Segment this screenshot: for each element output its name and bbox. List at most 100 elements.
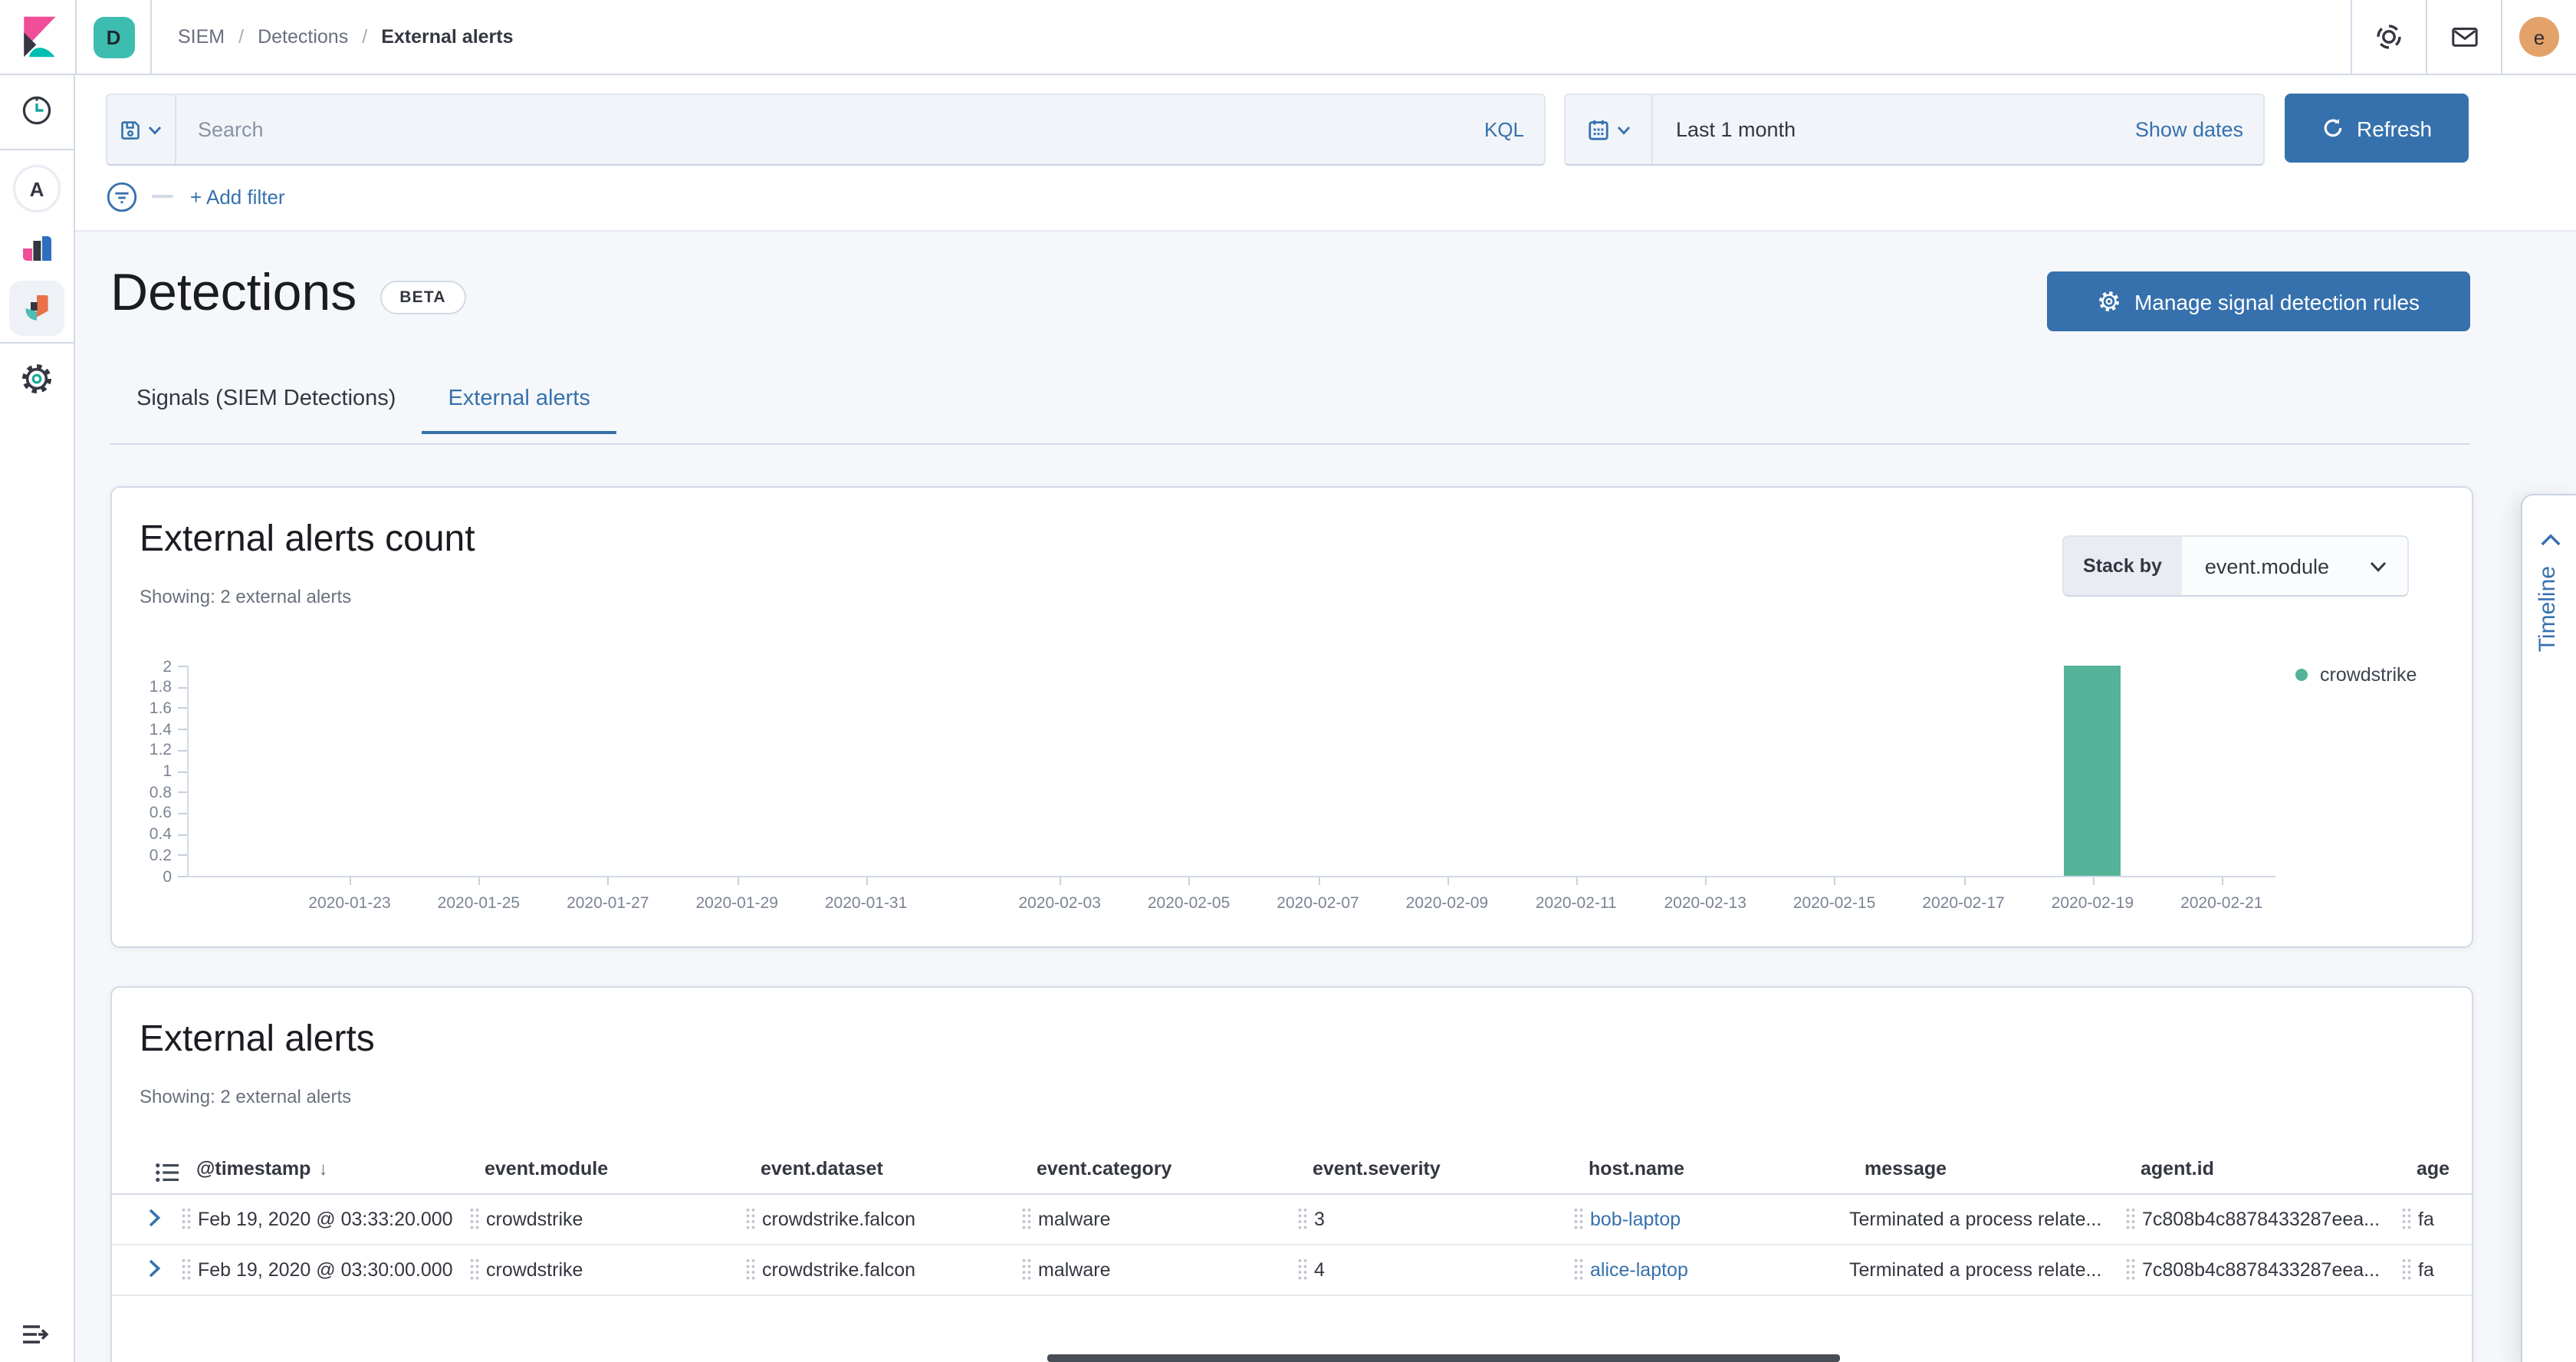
tab-external-alerts[interactable]: External alerts	[422, 387, 616, 434]
drag-handle[interactable]	[2125, 1207, 2136, 1230]
chevron-right-icon	[146, 1207, 163, 1229]
drag-handle[interactable]	[181, 1258, 192, 1281]
y-tick-label: 0.6	[120, 804, 172, 823]
tab-signals[interactable]: Signals (SIEM Detections)	[110, 387, 422, 433]
saved-query-menu-button[interactable]	[107, 95, 176, 164]
timeline-flyout-toggle[interactable]: Timeline	[2521, 494, 2576, 1362]
column-header-agent_type[interactable]: age	[2417, 1158, 2450, 1179]
column-header-timestamp[interactable]: @timestamp↓	[196, 1158, 327, 1179]
drag-handle[interactable]	[1021, 1207, 1032, 1230]
column-header-message[interactable]: message	[1865, 1158, 1947, 1179]
query-language-switcher[interactable]: KQL	[1464, 118, 1544, 141]
space-avatar[interactable]: D	[93, 16, 134, 58]
help-button[interactable]	[2351, 0, 2426, 74]
drag-handle[interactable]	[2401, 1207, 2412, 1230]
filter-options-icon[interactable]	[106, 180, 138, 212]
external-alerts-count-panel: External alerts count Showing: 2 externa…	[110, 486, 2473, 948]
app-a-button[interactable]: A	[14, 166, 60, 212]
drag-handle[interactable]	[1021, 1258, 1032, 1281]
kibana-logo-button[interactable]	[0, 0, 77, 74]
search-input[interactable]	[176, 95, 1464, 164]
app-a-avatar: A	[14, 166, 60, 212]
expand-row-button[interactable]	[146, 1207, 163, 1229]
y-tick-label: 1	[120, 762, 172, 781]
x-tick-label: 2020-02-19	[2028, 894, 2157, 913]
chevron-down-icon	[147, 123, 163, 136]
gear-icon	[2098, 290, 2121, 313]
drag-handle[interactable]	[1573, 1258, 1584, 1281]
collapse-navigation-button[interactable]	[20, 1321, 51, 1348]
x-axis-tick	[1447, 877, 1448, 885]
column-header-event_severity[interactable]: event.severity	[1313, 1158, 1441, 1179]
x-axis-tick	[2222, 877, 2223, 885]
drag-handle[interactable]	[469, 1207, 480, 1230]
dock-menu-icon	[20, 1321, 51, 1348]
drag-handle[interactable]	[745, 1207, 756, 1230]
mail-icon	[2450, 23, 2479, 51]
breadcrumb-detections[interactable]: Detections	[258, 26, 348, 48]
cell-value-host_name[interactable]: bob-laptop	[1590, 1208, 1681, 1229]
x-axis-tick	[2092, 877, 2094, 885]
breadcrumb-external-alerts: External alerts	[381, 26, 513, 48]
visualize-app-button[interactable]	[18, 230, 55, 267]
horizontal-scrollbar-thumb[interactable]	[1047, 1354, 1840, 1362]
siem-app-button[interactable]	[9, 281, 64, 336]
column-header-label: event.category	[1037, 1158, 1171, 1179]
customize-columns-icon[interactable]	[155, 1161, 179, 1184]
drag-handle[interactable]	[469, 1258, 480, 1281]
chart-legend[interactable]: crowdstrike	[2295, 664, 2417, 686]
refresh-button[interactable]: Refresh	[2285, 94, 2469, 163]
x-axis-tick	[478, 877, 480, 885]
kql-search-bar: KQL	[106, 94, 1546, 166]
space-selector[interactable]: D	[77, 0, 152, 74]
newsfeed-button[interactable]	[2426, 0, 2501, 74]
cell-timestamp: Feb 19, 2020 @ 03:33:20.000	[181, 1193, 453, 1244]
drag-handle[interactable]	[2401, 1258, 2412, 1281]
user-avatar[interactable]: e	[2519, 17, 2559, 57]
rail-divider	[0, 149, 74, 150]
date-range-value[interactable]: Last 1 month	[1653, 118, 2135, 141]
x-tick-label: 2020-01-29	[672, 894, 801, 913]
add-filter-button[interactable]: + Add filter	[190, 185, 285, 208]
y-tick-label: 0	[120, 867, 172, 886]
column-header-event_dataset[interactable]: event.dataset	[761, 1158, 883, 1179]
table-row: Feb 19, 2020 @ 03:30:00.000crowdstrikecr…	[112, 1244, 2472, 1296]
quick-select-menu-button[interactable]	[1566, 95, 1653, 164]
x-tick-label: 2020-02-05	[1125, 894, 1254, 913]
column-header-event_category[interactable]: event.category	[1037, 1158, 1171, 1179]
expand-row-button[interactable]	[146, 1258, 163, 1279]
y-axis-tick	[178, 876, 187, 877]
show-dates-button[interactable]: Show dates	[2135, 118, 2263, 141]
cell-value-host_name[interactable]: alice-laptop	[1590, 1258, 1688, 1280]
timeline-flyout-label[interactable]: Timeline	[2535, 566, 2561, 652]
drag-handle[interactable]	[181, 1207, 192, 1230]
management-button[interactable]	[20, 362, 54, 396]
filter-divider	[152, 195, 173, 198]
y-axis-tick	[178, 834, 187, 835]
column-header-event_module[interactable]: event.module	[485, 1158, 608, 1179]
x-axis-tick	[1963, 877, 1965, 885]
drag-handle[interactable]	[1573, 1207, 1584, 1230]
drag-handle[interactable]	[2125, 1258, 2136, 1281]
rail-divider	[0, 342, 74, 344]
legend-label: crowdstrike	[2320, 664, 2417, 686]
column-header-host_name[interactable]: host.name	[1589, 1158, 1684, 1179]
drag-handle[interactable]	[745, 1258, 756, 1281]
showing-count-text: Showing: 2 external alerts	[140, 1086, 351, 1107]
drag-handle[interactable]	[1297, 1258, 1308, 1281]
chart-bar-2020-02-19[interactable]	[2064, 666, 2121, 876]
visualize-bars-icon	[18, 230, 55, 267]
column-header-agent_id[interactable]: agent.id	[2141, 1158, 2214, 1179]
x-tick-label: 2020-02-17	[1899, 894, 2028, 913]
recently-viewed-button[interactable]	[20, 94, 54, 127]
drag-handle[interactable]	[1297, 1207, 1308, 1230]
user-menu-button[interactable]: e	[2501, 0, 2576, 74]
column-header-label: age	[2417, 1158, 2450, 1179]
kibana-siem-app: D SIEM / Detections / External alerts e	[0, 0, 2576, 1362]
y-axis-tick	[178, 855, 187, 857]
breadcrumb-siem[interactable]: SIEM	[178, 26, 225, 48]
y-tick-label: 0.8	[120, 783, 172, 801]
cell-timestamp: Feb 19, 2020 @ 03:30:00.000	[181, 1244, 453, 1295]
y-axis-tick	[178, 686, 187, 688]
manage-signal-detection-rules-button[interactable]: Manage signal detection rules	[2047, 271, 2470, 331]
